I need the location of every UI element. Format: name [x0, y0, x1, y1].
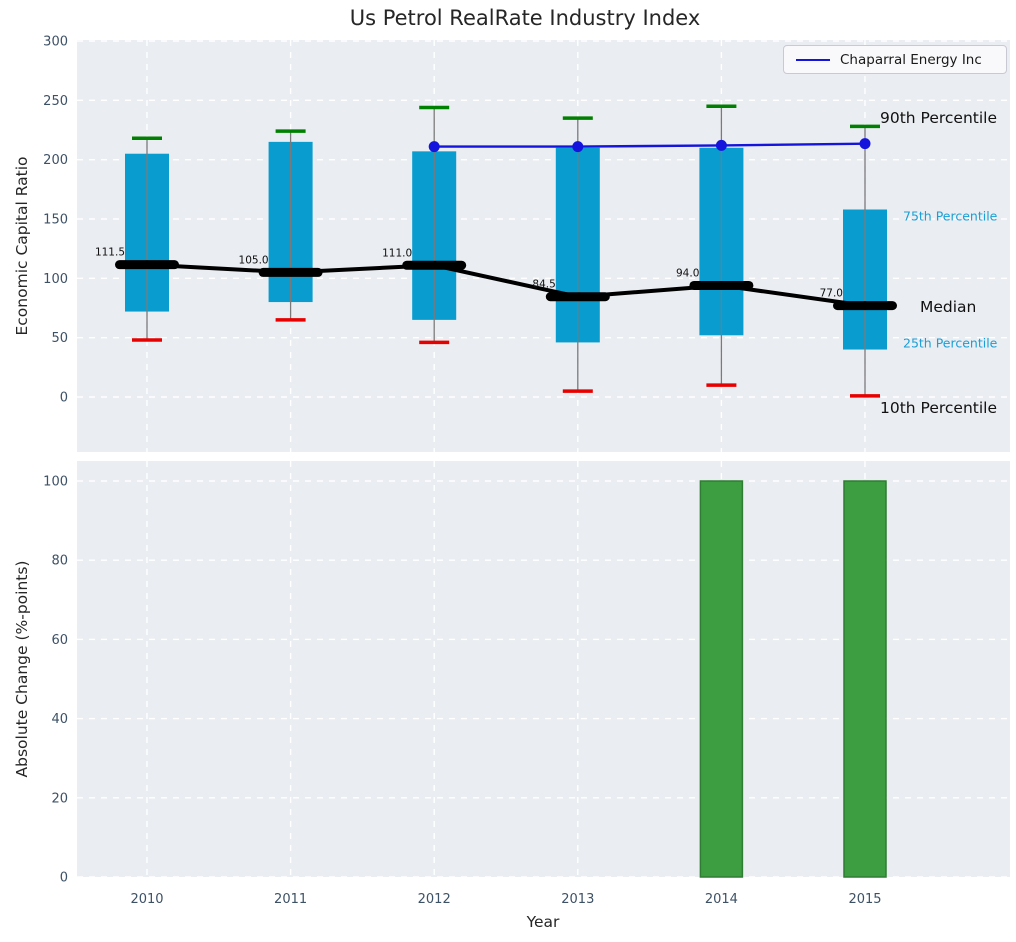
median-marker-2014	[689, 281, 753, 290]
top-y-tick-label: 100	[43, 272, 68, 287]
change-bar-2014	[700, 481, 742, 877]
median-marker-2012	[402, 261, 466, 270]
company-dot-2012	[429, 141, 440, 152]
bottom-y-tick-label: 100	[43, 475, 68, 490]
x-tick-label: 2010	[130, 892, 163, 907]
x-tick-label: 2014	[705, 892, 738, 907]
x-tick-label: 2013	[561, 892, 594, 907]
x-axis-label: Year	[527, 913, 560, 931]
percentile-annotation-75th-percentile: 75th Percentile	[903, 208, 997, 223]
median-marker-2010	[115, 260, 179, 269]
x-tick-label: 2011	[274, 892, 307, 907]
median-value-label-2012: 111.0	[382, 247, 412, 259]
company-dot-2014	[716, 140, 727, 151]
bottom-y-axis-label: Absolute Change (%-points)	[13, 561, 31, 778]
top-y-tick-label: 250	[43, 94, 68, 109]
top-y-tick-label: 50	[51, 331, 68, 346]
percentile-annotation-10th-percentile: 10th Percentile	[880, 399, 997, 417]
median-value-label-2013: 84.5	[532, 279, 555, 291]
legend-line-icon	[796, 59, 830, 61]
x-tick-label: 2012	[418, 892, 451, 907]
top-y-tick-label: 300	[43, 34, 68, 49]
median-marker-2013	[546, 292, 610, 301]
median-marker-2011	[259, 268, 323, 277]
bottom-y-tick-label: 40	[51, 712, 68, 727]
chart-canvas: 111.5105.0111.084.594.077.00501001502002…	[0, 0, 1016, 942]
median-value-label-2015: 77.0	[820, 288, 843, 300]
percentile-annotation-90th-percentile: 90th Percentile	[880, 109, 997, 127]
legend-label: Chaparral Energy Inc	[840, 52, 982, 68]
company-dot-2015	[860, 138, 871, 149]
figure: 111.5105.0111.084.594.077.00501001502002…	[0, 0, 1016, 942]
chart-title: Us Petrol RealRate Industry Index	[350, 6, 701, 30]
median-marker-2015	[833, 301, 897, 310]
bottom-y-tick-label: 80	[51, 554, 68, 569]
percentile-annotation-median: Median	[920, 298, 976, 316]
legend: Chaparral Energy Inc	[783, 45, 1007, 74]
top-y-axis-label: Economic Capital Ratio	[13, 156, 31, 335]
change-bar-2015	[844, 481, 886, 877]
top-y-tick-label: 150	[43, 212, 68, 227]
top-y-tick-label: 200	[43, 153, 68, 168]
bottom-y-tick-label: 60	[51, 633, 68, 648]
x-tick-label: 2015	[848, 892, 881, 907]
median-value-label-2014: 94.0	[676, 267, 699, 279]
percentile-annotation-25th-percentile: 25th Percentile	[903, 335, 997, 350]
company-dot-2013	[572, 141, 583, 152]
top-y-tick-label: 0	[60, 391, 68, 406]
bottom-y-tick-label: 20	[51, 791, 68, 806]
median-value-label-2011: 105.0	[239, 254, 269, 266]
bottom-y-tick-label: 0	[60, 871, 68, 886]
median-value-label-2010: 111.5	[95, 247, 125, 259]
